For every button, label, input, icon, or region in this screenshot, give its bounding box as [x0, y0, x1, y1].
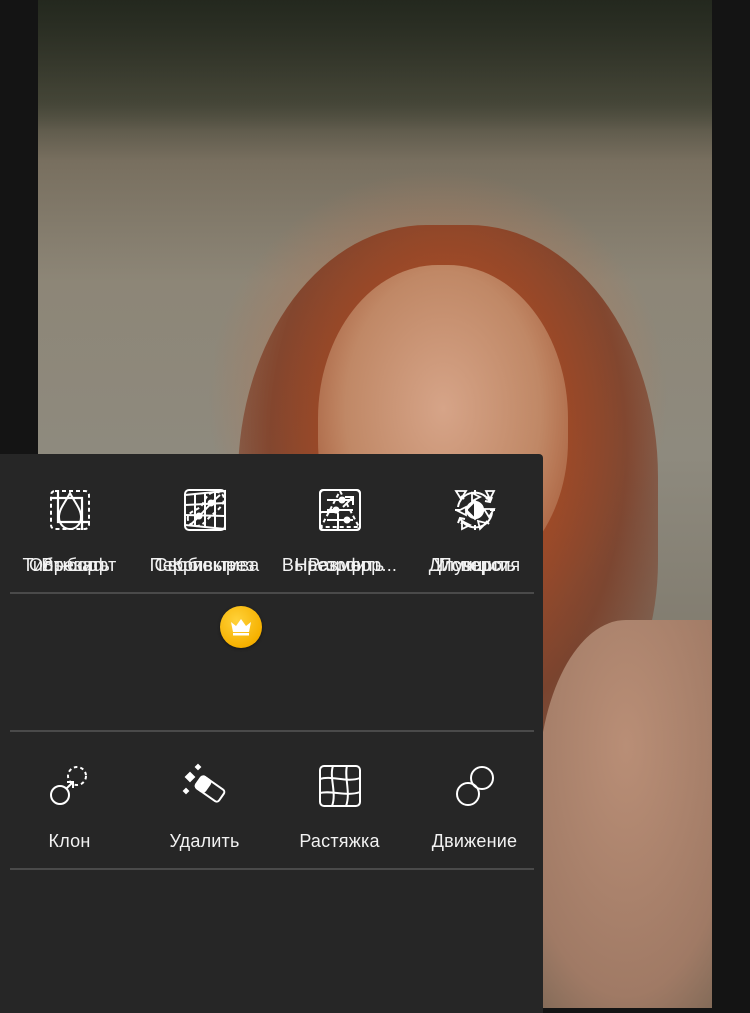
- row-divider: [10, 592, 534, 594]
- rotate-icon: [452, 487, 498, 533]
- photo-background-trees: [38, 0, 712, 130]
- resize-icon: [317, 487, 363, 533]
- right-edge-strip: [712, 0, 750, 1013]
- tool-stretch[interactable]: Растяжка: [272, 730, 407, 868]
- tool-label: Поворот: [438, 555, 511, 575]
- tool-motion[interactable]: Движение: [407, 730, 542, 868]
- eraser-icon: [182, 763, 228, 809]
- tool-tilt-shift[interactable]: Тилт-шифт: [2, 454, 137, 592]
- tool-rotate[interactable]: Поворот: [407, 454, 542, 592]
- tools-row-2: Клон Удалить Растяжка Движение: [0, 730, 543, 868]
- row-divider: [10, 868, 534, 870]
- tool-perspective[interactable]: Перспектива: [137, 454, 272, 592]
- premium-crown-badge: [220, 606, 262, 648]
- tool-clone[interactable]: Клон: [2, 730, 137, 868]
- perspective-icon: [182, 487, 228, 533]
- tool-remove[interactable]: Удалить: [137, 730, 272, 868]
- tool-label: Движение: [431, 831, 518, 851]
- tool-label: Растяжка: [299, 831, 380, 851]
- stretch-icon: [317, 763, 363, 809]
- row-divider: [10, 730, 534, 732]
- tools-row-4: Тилт-шифт Перспектива Размер Поворот: [0, 454, 543, 592]
- clone-icon: [47, 763, 93, 809]
- tool-label: Размер: [307, 555, 372, 575]
- tilt-shift-icon: [47, 487, 93, 533]
- tool-label: Удалить: [169, 831, 240, 851]
- crown-icon: [231, 619, 251, 636]
- tool-resize[interactable]: Размер: [272, 454, 407, 592]
- photo-subject-shoulder: [538, 620, 712, 1008]
- tool-label: Тилт-шифт: [22, 555, 117, 575]
- motion-icon: [452, 763, 498, 809]
- tool-label: Перспектива: [149, 555, 260, 575]
- tools-panel: Обрезать Своб.вырез Вырез. фор... Диспер…: [0, 454, 543, 1013]
- tool-label: Клон: [48, 831, 91, 851]
